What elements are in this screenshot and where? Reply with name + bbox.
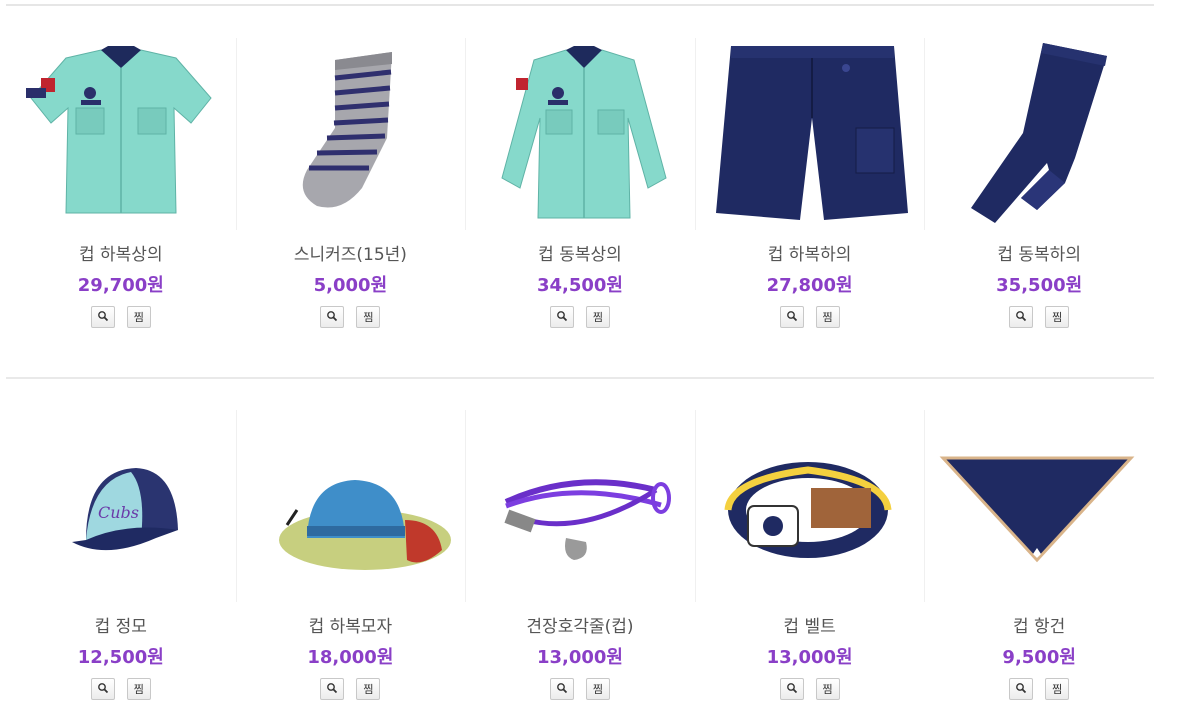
zoom-button[interactable] [549,678,574,700]
product-price: 12,500원 [77,647,164,668]
product-name[interactable]: 스니커즈(15년) [236,244,466,266]
wish-button[interactable]: 찜 [126,306,151,328]
magnifier-icon [1015,310,1027,325]
wish-button[interactable]: 찜 [585,678,610,700]
zoom-button[interactable] [779,306,804,328]
zoom-button[interactable] [1009,678,1034,700]
product-price: 18,000원 [307,647,394,668]
product-price: 5,000원 [313,275,388,296]
product-card[interactable]: 컵 동복하의 35,500원 찜 [924,38,1154,328]
svg-text:Cubs: Cubs [98,503,139,522]
product-price: 35,500원 [996,275,1083,296]
product-card[interactable]: 견장호각줄(컵) 13,000원 찜 [465,410,695,700]
magnifier-icon [326,682,338,697]
product-image-navy-shorts[interactable] [694,38,925,230]
product-card[interactable]: Cubs 컵 정모 12,500원 찜 [6,410,236,700]
top-divider [6,4,1154,6]
product-image-short-sleeve-shirt[interactable] [6,38,236,230]
magnifier-icon [556,310,568,325]
product-name[interactable]: 컵 하복하의 [695,244,925,266]
product-image-striped-belt[interactable] [694,410,925,602]
product-name[interactable]: 견장호각줄(컵) [465,616,695,638]
zoom-button[interactable] [90,678,115,700]
product-image-baseball-cap[interactable]: Cubs [6,410,236,602]
product-card[interactable]: 컵 하복모자 18,000원 찜 [235,410,466,700]
wish-button[interactable]: 찜 [815,306,840,328]
wish-button[interactable]: 찜 [585,306,610,328]
product-price: 27,800원 [766,275,853,296]
product-name[interactable]: 컵 하복모자 [236,616,466,638]
product-card[interactable]: 스니커즈(15년) 5,000원 찜 [235,38,466,328]
magnifier-icon [556,682,568,697]
product-price: 13,000원 [536,647,623,668]
product-image-striped-sock[interactable] [235,38,466,230]
wish-button[interactable]: 찜 [1045,678,1070,700]
product-price: 13,000원 [766,647,853,668]
magnifier-icon [1015,682,1027,697]
product-price: 9,500원 [1002,647,1076,668]
product-name[interactable]: 컵 동복상의 [465,244,695,266]
magnifier-icon [97,682,109,697]
zoom-button[interactable] [320,306,345,328]
product-row-1: 컵 하복상의 29,700원 찜 스니커즈(15년) 5,000원 찜 컵 동복… [6,38,1154,328]
product-name[interactable]: 컵 동복하의 [924,244,1154,266]
product-name[interactable]: 컵 하복상의 [6,244,236,266]
magnifier-icon [326,310,338,325]
product-image-long-sleeve-shirt[interactable] [465,38,695,230]
product-image-bucket-hat[interactable] [235,410,466,602]
wish-button[interactable]: 찜 [356,678,381,700]
product-card[interactable]: 컵 벨트 13,000원 찜 [694,410,925,700]
zoom-button[interactable] [90,306,115,328]
product-name[interactable]: 컵 항건 [924,616,1154,638]
magnifier-icon [97,310,109,325]
product-image-neckerchief[interactable] [924,410,1154,602]
zoom-button[interactable] [320,678,345,700]
wish-button[interactable]: 찜 [126,678,151,700]
row-divider [6,377,1154,379]
product-card[interactable]: 컵 하복상의 29,700원 찜 [6,38,236,328]
zoom-button[interactable] [549,306,574,328]
product-name[interactable]: 컵 정모 [6,616,236,638]
product-price: 29,700원 [77,275,164,296]
wish-button[interactable]: 찜 [356,306,381,328]
zoom-button[interactable] [1009,306,1034,328]
wish-button[interactable]: 찜 [1045,306,1070,328]
product-image-navy-pants[interactable] [924,38,1154,230]
product-name[interactable]: 컵 벨트 [695,616,925,638]
zoom-button[interactable] [779,678,804,700]
magnifier-icon [786,310,798,325]
product-image-whistle-lanyard[interactable] [465,410,695,602]
product-price: 34,500원 [536,275,623,296]
product-card[interactable]: 컵 하복하의 27,800원 찜 [694,38,925,328]
product-row-2: Cubs 컵 정모 12,500원 찜 컵 하복모자 18,000원 찜 견장호… [6,410,1154,700]
magnifier-icon [786,682,798,697]
product-card[interactable]: 컵 동복상의 34,500원 찜 [465,38,695,328]
product-card[interactable]: 컵 항건 9,500원 찜 [924,410,1154,700]
wish-button[interactable]: 찜 [815,678,840,700]
